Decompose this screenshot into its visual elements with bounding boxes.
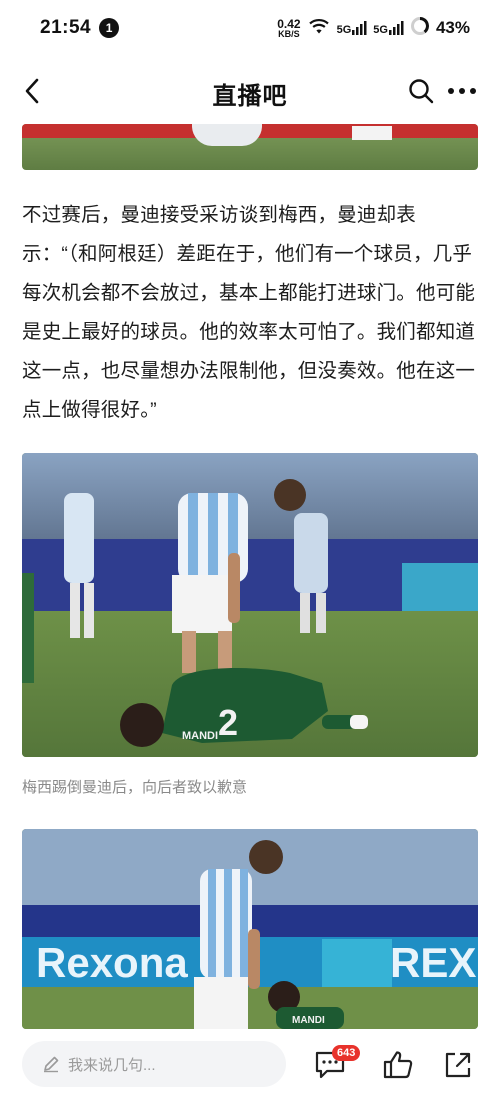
signal-bars-icon xyxy=(352,21,367,35)
share-icon xyxy=(445,1052,471,1078)
photo-3-illustration: Rexona REX MANDI xyxy=(22,829,478,1029)
comment-input[interactable]: 我来说几句... xyxy=(22,1041,286,1087)
network-speed: 0.42 KB/S xyxy=(277,18,300,39)
wifi-icon xyxy=(307,17,331,40)
more-button[interactable] xyxy=(442,72,482,110)
photo-3-board-text: Rexona xyxy=(36,939,188,986)
photo-3-board-text-2: REX xyxy=(390,939,476,986)
signal-5g-1: 5G xyxy=(337,20,368,36)
nav-bar: 直播吧 xyxy=(0,62,500,120)
article-photo-2[interactable]: 2 MANDI xyxy=(22,453,478,757)
status-indicators: 0.42 KB/S 5G 5G 43% xyxy=(277,16,470,41)
comment-count-badge: 643 xyxy=(332,1045,361,1061)
network-speed-unit: KB/S xyxy=(278,28,300,39)
article-photo-3[interactable]: Rexona REX MANDI xyxy=(22,829,478,1029)
article-photo-1[interactable] xyxy=(22,124,478,170)
photo-detail xyxy=(352,126,392,140)
thumbs-up-icon xyxy=(383,1051,413,1079)
photo-2-jersey-number: 2 xyxy=(218,702,238,743)
article-paragraph: 不过赛后，曼迪接受采访谈到梅西，曼迪却表示：“（和阿根廷）差距在于，他们有一个球… xyxy=(22,204,476,421)
photo-caption: 梅西踢倒曼迪后，向后者致以歉意 xyxy=(22,779,248,796)
comment-placeholder: 我来说几句... xyxy=(68,1056,156,1074)
more-icon xyxy=(448,88,476,94)
pencil-icon xyxy=(42,1055,60,1073)
search-icon xyxy=(409,79,434,104)
signal-label-1: 5G xyxy=(336,24,352,36)
status-bar: 21:54 1 0.42 KB/S 5G 5G 43% xyxy=(0,0,500,56)
search-button[interactable] xyxy=(402,72,440,110)
bottom-action-bar: 我来说几句... 643 xyxy=(0,1029,500,1099)
photo-detail xyxy=(192,124,262,146)
battery-icon xyxy=(410,16,430,41)
photo-2-jersey-name: MANDI xyxy=(182,730,218,742)
notification-badge: 1 xyxy=(99,18,120,38)
like-button[interactable] xyxy=(378,1045,418,1085)
status-time: 21:54 xyxy=(40,17,92,38)
signal-label-2: 5G xyxy=(373,24,388,36)
photo-3-jersey-name: MANDI xyxy=(292,1015,325,1026)
signal-5g-2: 5G xyxy=(373,20,404,36)
share-button[interactable] xyxy=(438,1045,478,1085)
photo-2-illustration: 2 MANDI xyxy=(22,453,478,757)
battery-percent: 43% xyxy=(435,18,470,37)
signal-bars-icon xyxy=(388,21,404,35)
